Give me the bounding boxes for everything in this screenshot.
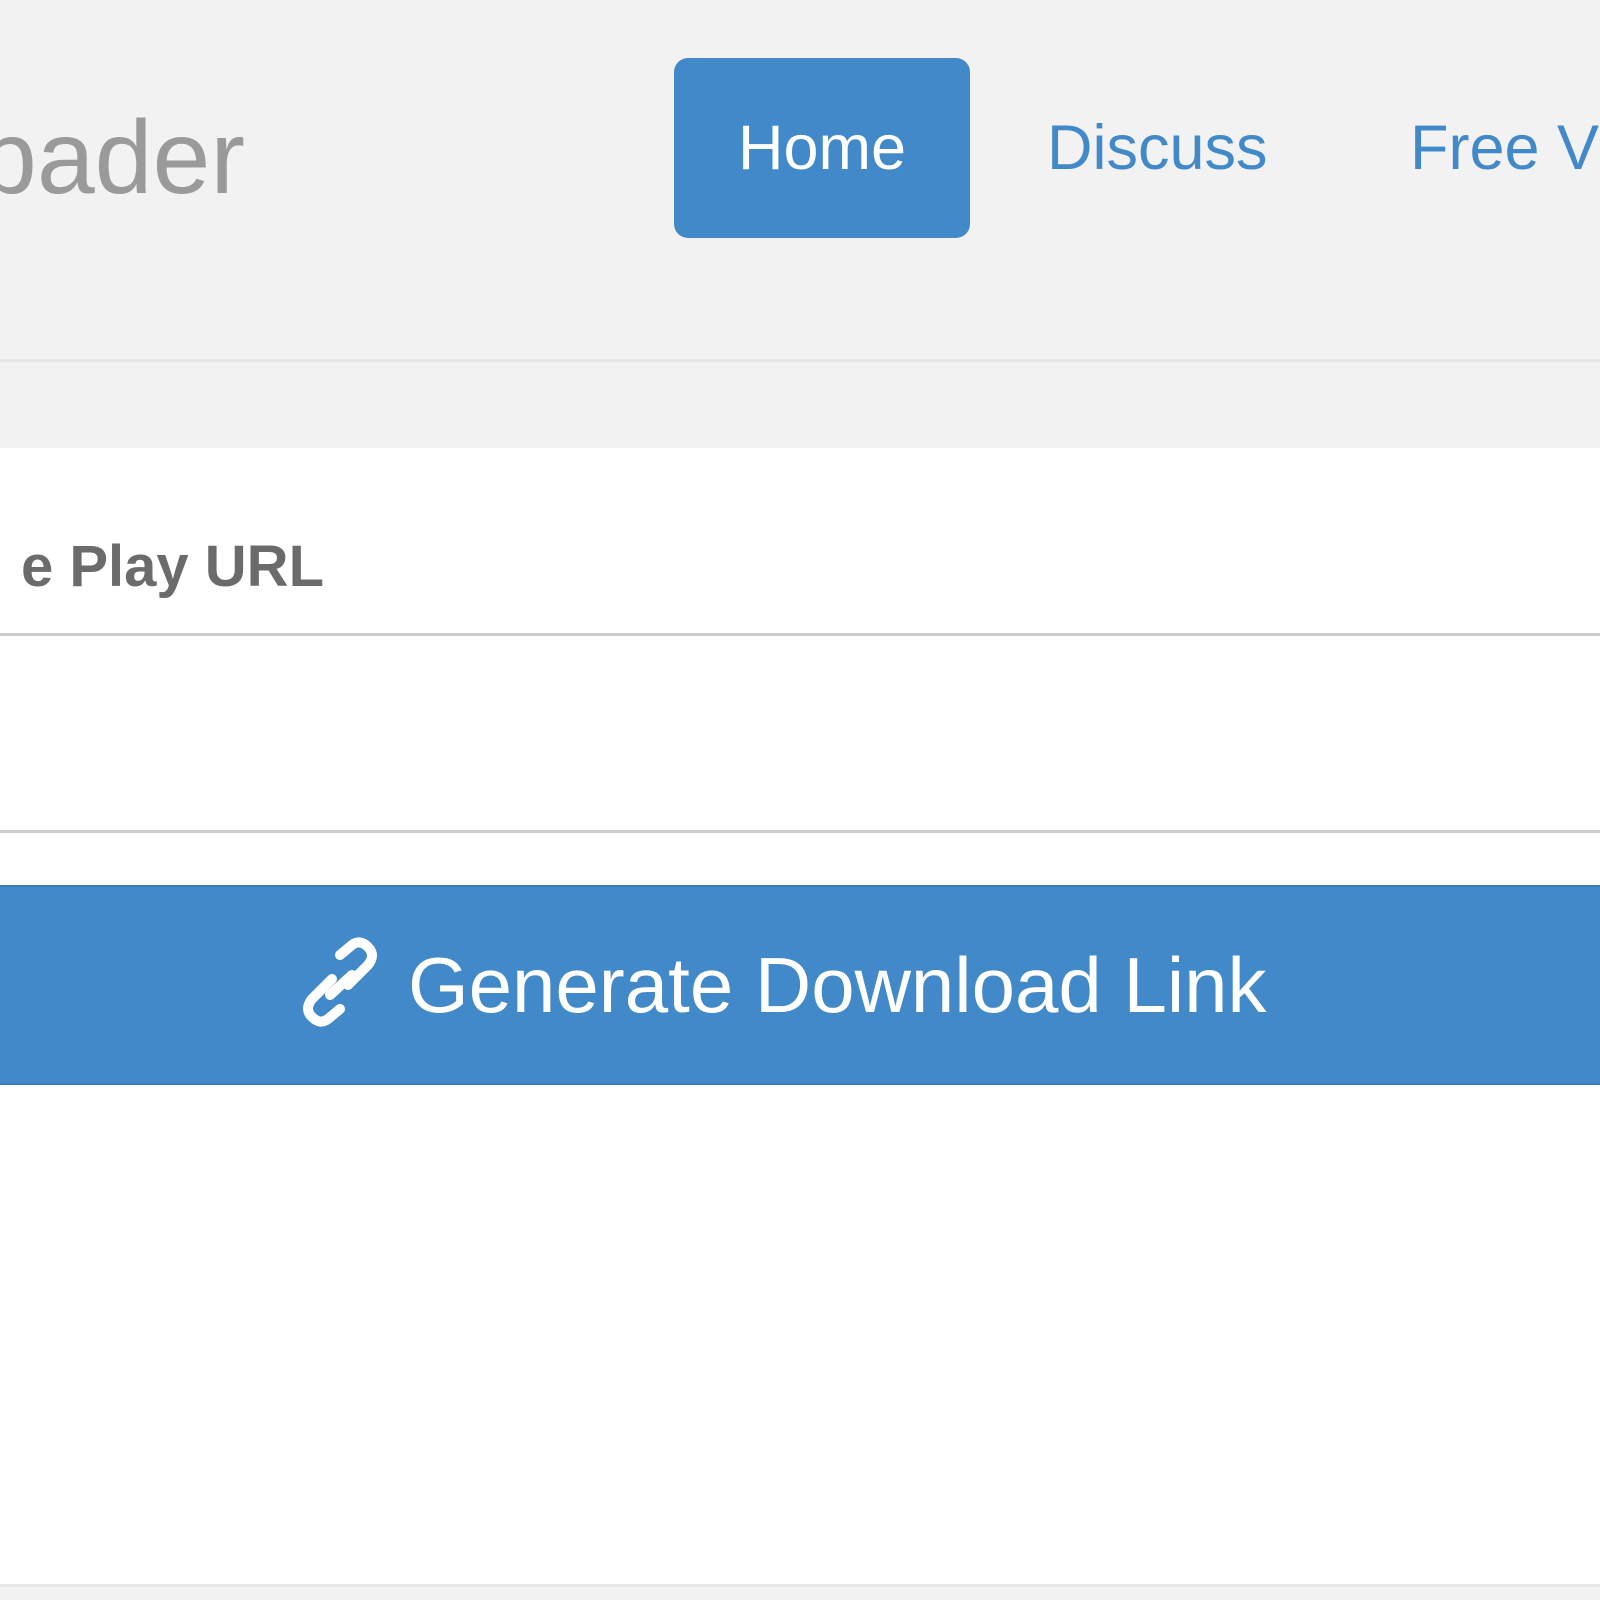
nav-free-v[interactable]: Free V <box>1410 58 1599 238</box>
nav-home[interactable]: Home <box>674 58 970 238</box>
nav-discuss[interactable]: Discuss <box>1047 58 1268 238</box>
url-field-label: e Play URL <box>21 534 324 599</box>
site-brand[interactable]: bader <box>0 98 245 218</box>
header-band <box>0 362 1600 448</box>
url-input[interactable] <box>0 633 1600 833</box>
generate-button-label: Generate Download Link <box>408 941 1267 1029</box>
link-icon <box>300 937 380 1027</box>
footer-divider <box>0 1584 1600 1600</box>
